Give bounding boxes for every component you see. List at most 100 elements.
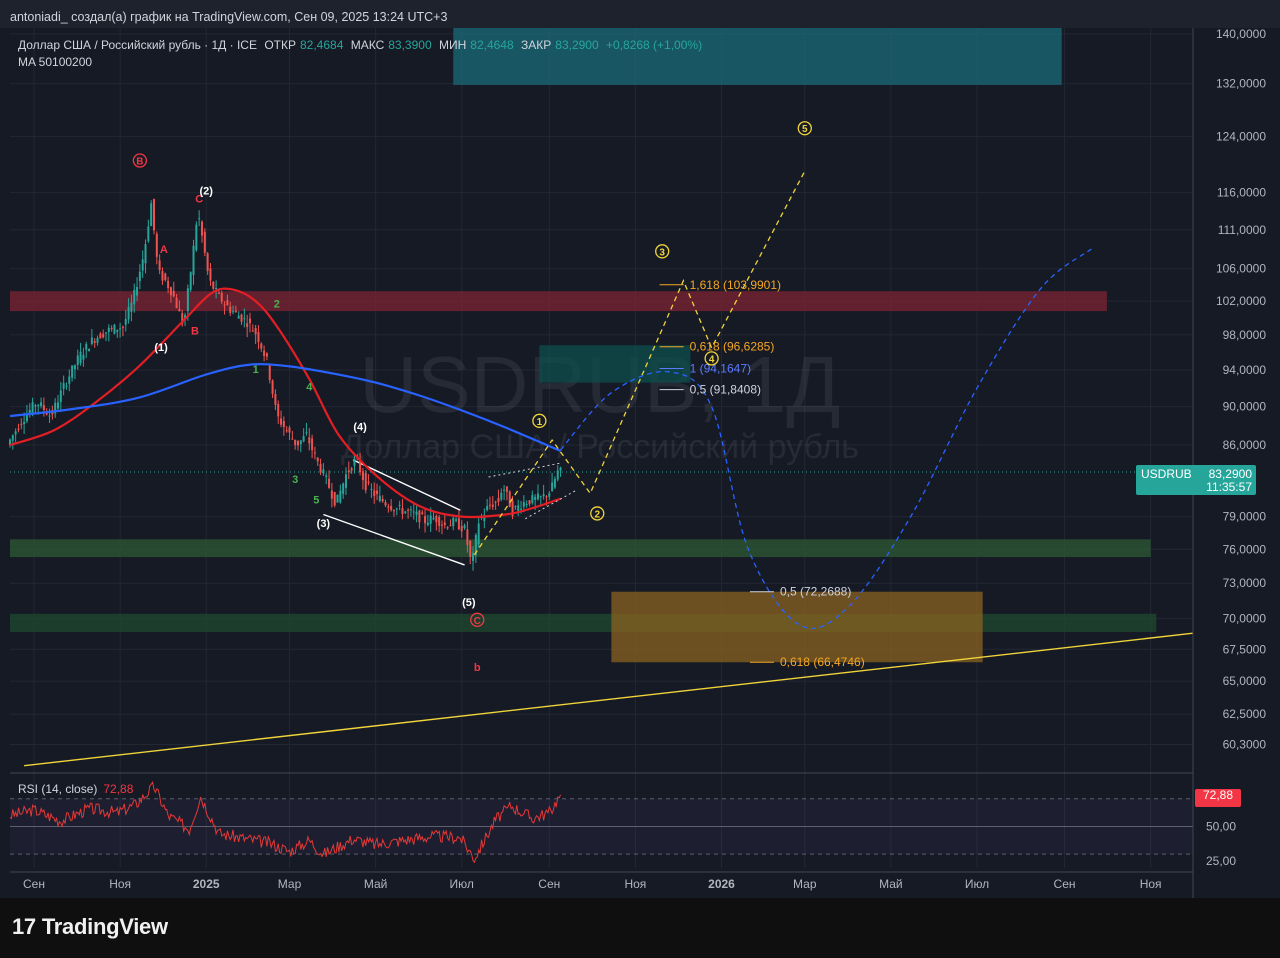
wave-label: A bbox=[160, 244, 168, 256]
candle-body bbox=[491, 504, 494, 507]
candle-body bbox=[350, 468, 353, 471]
y-tick-label: 70,0000 bbox=[1223, 612, 1267, 626]
candle-body bbox=[107, 327, 110, 332]
candle-body bbox=[119, 328, 122, 330]
candle-body bbox=[325, 475, 328, 477]
candle-body bbox=[426, 522, 429, 525]
candle-body bbox=[25, 414, 28, 422]
tv-logo-icon: 17 bbox=[12, 914, 36, 939]
candle-body bbox=[200, 221, 203, 236]
candle-body bbox=[311, 438, 314, 451]
candle-body bbox=[260, 343, 263, 349]
x-tick-label: Ноя bbox=[109, 877, 131, 891]
candle-body bbox=[333, 492, 336, 506]
candle-body bbox=[322, 469, 325, 474]
candle-body bbox=[198, 218, 201, 220]
candle-body bbox=[277, 404, 280, 417]
candle-body bbox=[65, 385, 68, 387]
candle-body bbox=[251, 330, 254, 332]
candle-body bbox=[477, 523, 480, 545]
wave-label: (4) bbox=[353, 422, 367, 434]
candle-body bbox=[381, 498, 384, 502]
candle-body bbox=[234, 310, 237, 312]
tradingview-logo[interactable]: 17 TradingView bbox=[12, 914, 168, 940]
candle-body bbox=[514, 506, 517, 508]
candle-body bbox=[31, 402, 34, 414]
candle-body bbox=[59, 390, 62, 402]
rsi-label: RSI (14, close) bbox=[18, 782, 98, 796]
candle-body bbox=[175, 297, 178, 309]
legend-title: Доллар США / Российский рубль · 1Д · ICE bbox=[18, 38, 257, 52]
zone-rect bbox=[10, 539, 1151, 558]
wave-label: 4 bbox=[306, 381, 313, 393]
y-tick-label: 102,0000 bbox=[1216, 294, 1266, 308]
candle-body bbox=[229, 306, 232, 313]
wave-label: 4 bbox=[709, 354, 715, 365]
candle-body bbox=[316, 457, 319, 462]
candle-body bbox=[85, 344, 88, 350]
legend-open: 82,4684 bbox=[299, 38, 344, 52]
candle-body bbox=[296, 440, 299, 446]
legend-low-label: МИН bbox=[438, 38, 467, 52]
candle-body bbox=[113, 324, 116, 334]
legend-ma: MA 50100200 bbox=[18, 55, 93, 69]
candle-body bbox=[449, 525, 452, 527]
candle-body bbox=[392, 510, 395, 512]
candle-body bbox=[141, 259, 144, 271]
price-chart[interactable]: USDRUB, 1Д Доллар США / Российский рубль… bbox=[0, 0, 1280, 958]
candle-body bbox=[452, 517, 455, 527]
candle-body bbox=[102, 333, 105, 338]
candle-body bbox=[285, 430, 288, 432]
y-tick-label: 86,0000 bbox=[1223, 438, 1267, 452]
rsi-value: 72,88 bbox=[103, 782, 134, 796]
x-tick-label: Июл bbox=[965, 877, 989, 891]
candle-body bbox=[486, 505, 489, 511]
candle-body bbox=[150, 203, 153, 227]
candle-body bbox=[412, 511, 415, 513]
y-tick-label: 76,0000 bbox=[1223, 542, 1267, 556]
fib-label: 0,5 (91,8408) bbox=[690, 383, 761, 397]
top-bar: antoniadi_ создал(а) график на TradingVi… bbox=[0, 0, 1280, 28]
brand-name: TradingView bbox=[41, 914, 168, 939]
x-tick-label: Мар bbox=[278, 877, 302, 891]
candle-body bbox=[330, 490, 333, 499]
candle-body bbox=[254, 328, 257, 335]
wave-label: (5) bbox=[462, 597, 476, 609]
candle-body bbox=[517, 505, 520, 512]
candle-body bbox=[469, 540, 472, 557]
candle-body bbox=[457, 518, 460, 530]
candle-body bbox=[291, 438, 294, 440]
candle-body bbox=[116, 329, 119, 332]
wave-label: 5 bbox=[802, 124, 808, 135]
candle-body bbox=[172, 290, 175, 297]
candle-body bbox=[246, 323, 249, 328]
rsi-legend: RSI (14, close) 72,88 bbox=[18, 782, 133, 796]
wave-label: 1 bbox=[253, 364, 259, 376]
candle-body bbox=[155, 233, 158, 257]
candle-body bbox=[121, 326, 124, 328]
y-tick-label: 111,0000 bbox=[1218, 223, 1267, 237]
x-tick-label: 2025 bbox=[193, 877, 220, 891]
x-tick-label: Ноя bbox=[624, 877, 646, 891]
candle-body bbox=[169, 287, 172, 296]
candle-body bbox=[336, 494, 339, 503]
candle-body bbox=[268, 365, 271, 381]
candle-body bbox=[90, 337, 93, 344]
y-tick-label: 98,0000 bbox=[1223, 328, 1267, 342]
price-tag-price: 83,2900 bbox=[1209, 467, 1253, 481]
candle-body bbox=[280, 418, 283, 425]
zone-rect bbox=[611, 591, 983, 663]
candle-body bbox=[404, 511, 407, 513]
candle-body bbox=[212, 281, 215, 289]
candle-body bbox=[243, 318, 246, 320]
candle-body bbox=[407, 509, 410, 511]
zone-rect bbox=[539, 345, 691, 383]
candle-body bbox=[553, 478, 556, 488]
wave-label: B bbox=[136, 157, 143, 168]
candle-body bbox=[96, 338, 99, 343]
candle-body bbox=[99, 333, 102, 339]
footer: 17 TradingView bbox=[0, 898, 1280, 958]
x-tick-label: Июл bbox=[450, 877, 474, 891]
candle-body bbox=[534, 496, 537, 500]
candle-body bbox=[138, 271, 141, 282]
